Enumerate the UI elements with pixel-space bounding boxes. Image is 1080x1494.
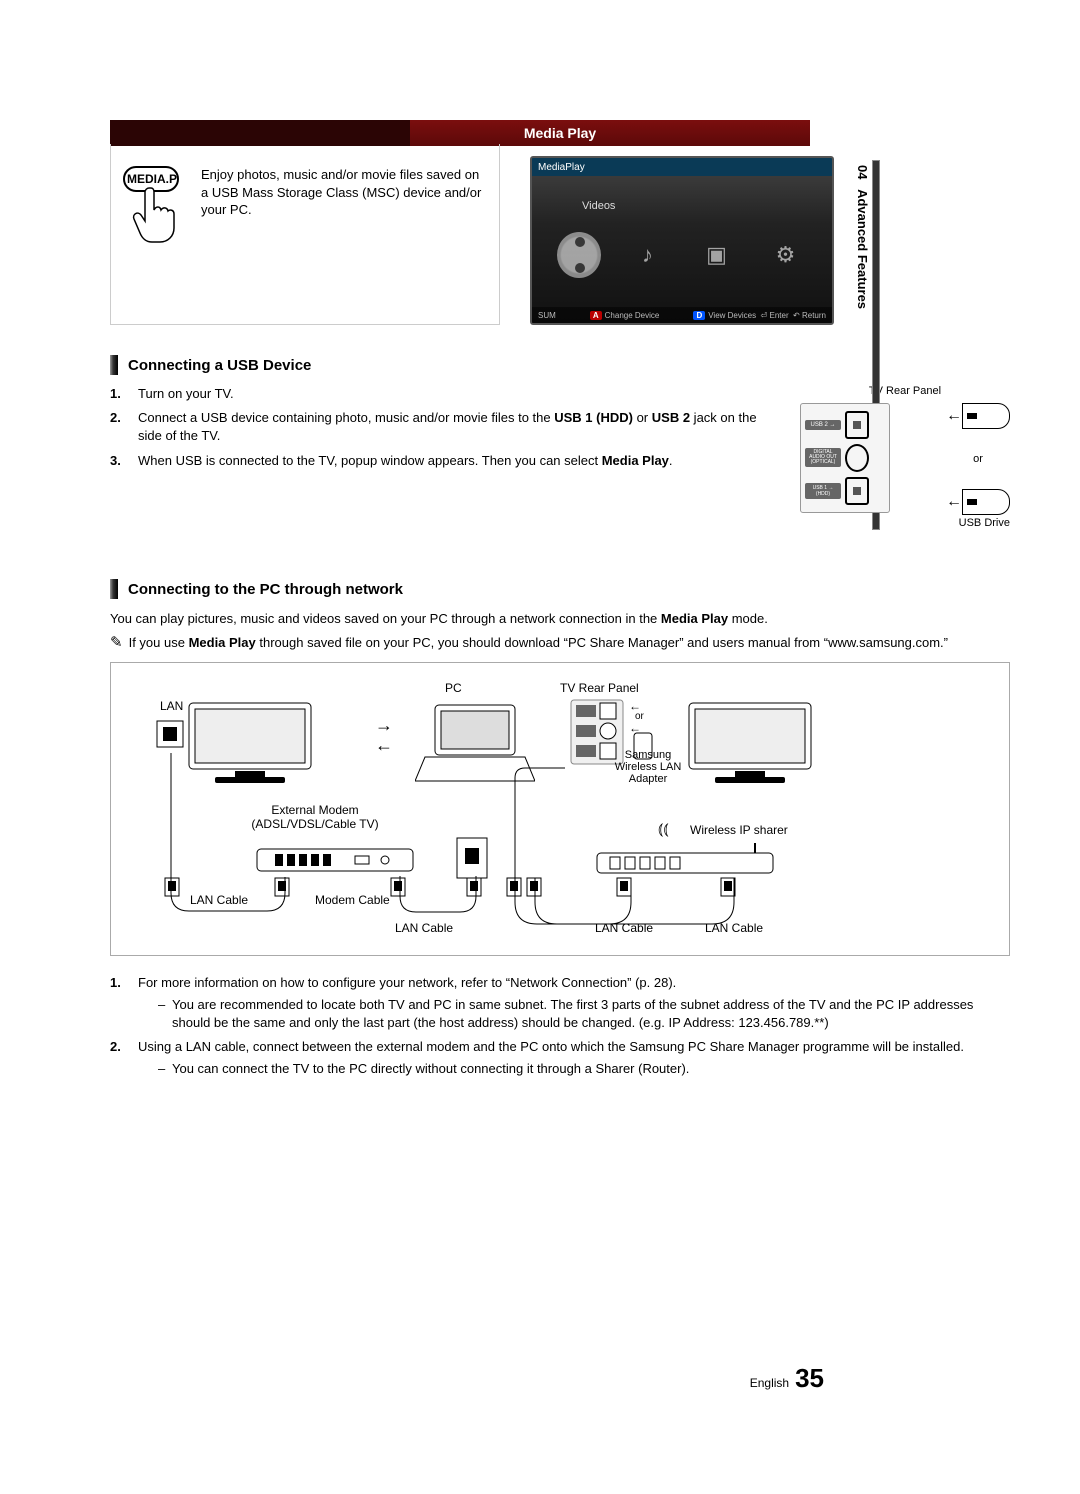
page-footer: English 35 [750, 1363, 824, 1394]
tv-category-videos: Videos [582, 200, 615, 212]
usb-step-1: Turn on your TV. [110, 385, 780, 403]
footer-page-number: 35 [795, 1363, 824, 1394]
banner-title: Media Play [524, 125, 596, 141]
port-optical-label: DIGITALAUDIO OUT(OPTICAL) [805, 448, 841, 467]
tv-rear-panel-graphic: USB 2 → DIGITALAUDIO OUT(OPTICAL) USB 1 … [800, 403, 890, 513]
usb-step-2: Connect a USB device containing photo, m… [110, 409, 780, 445]
pc-network-note: ✎ If you use Media Play through saved fi… [110, 635, 1010, 650]
network-diagram-box: PC TV Rear Panel LAN → ← [110, 662, 1010, 956]
pc-step-2-sub-1: You can connect the TV to the PC directl… [158, 1060, 1010, 1078]
pc-steps-list: For more information on how to configure… [110, 974, 1010, 1079]
footer-lang: English [750, 1376, 789, 1390]
lbl-lan-cable-4: LAN Cable [705, 921, 763, 935]
tv-topbar: MediaPlay [532, 158, 832, 176]
lbl-lan-cable-1: LAN Cable [190, 893, 248, 907]
section-tab: 04 Advanced Features [855, 165, 870, 309]
port-usb2-label: USB 2 → [805, 420, 841, 430]
port-usb1-label: USB 1 →(HDD) [805, 483, 841, 499]
usb-plug-top-icon: ← [946, 403, 1010, 429]
tv-hint-change: AChange Device [590, 311, 659, 320]
lbl-modem-cable: Modem Cable [315, 893, 390, 907]
usb-step-3: When USB is connected to the TV, popup w… [110, 452, 780, 470]
or-label: or [946, 453, 1010, 465]
key-a-icon: A [590, 311, 602, 320]
key-d-icon: D [693, 311, 705, 320]
photos-icon: ▣ [695, 233, 739, 277]
usb-drive-label: USB Drive [800, 517, 1010, 529]
pc-network-intro: You can play pictures, music and videos … [110, 609, 1010, 629]
section-number: 04 [855, 165, 870, 179]
pc-step-1: For more information on how to configure… [110, 974, 1010, 1033]
music-icon: ♪ [626, 233, 670, 277]
settings-gear-icon: ⚙ [764, 233, 808, 277]
note-icon: ✎ [110, 635, 123, 650]
usb-steps-list: Turn on your TV. Connect a USB device co… [110, 385, 780, 470]
usb-plug-bottom-icon: ← [946, 489, 1010, 515]
pc-step-1-sub-1: You are recommended to locate both TV an… [158, 996, 1010, 1032]
lbl-lan-cable-3: LAN Cable [595, 921, 653, 935]
media-play-banner: Media Play [110, 120, 810, 146]
port-optical-icon [845, 444, 869, 472]
intro-text: Enjoy photos, music and/or movie files s… [189, 166, 487, 324]
sum-label: SUM [538, 311, 556, 320]
intro-panel: MEDIA.P Enjoy photos, music and/or movie… [110, 156, 500, 325]
lbl-lan-cable-2: LAN Cable [395, 921, 453, 935]
heading-pc-network: Connecting to the PC through network [110, 579, 1010, 599]
hand-press-icon [131, 184, 177, 244]
section-label: Advanced Features [855, 189, 870, 309]
port-usb1-icon [845, 477, 869, 505]
tv-ui-screenshot: MediaPlay Videos ♪ ▣ ⚙ SUM AChange Devic… [530, 156, 834, 325]
usb-diagram: TV Rear Panel USB 2 → DIGITALAUDIO OUT(O… [800, 385, 1010, 529]
pc-step-2: Using a LAN cable, connect between the e… [110, 1038, 1010, 1078]
port-usb2-icon [845, 411, 869, 439]
tv-hint-view: DView Devices ⏎ Enter ↶ Return [693, 311, 826, 320]
rear-panel-label: TV Rear Panel [800, 385, 1010, 397]
videos-reel-icon [557, 233, 601, 277]
